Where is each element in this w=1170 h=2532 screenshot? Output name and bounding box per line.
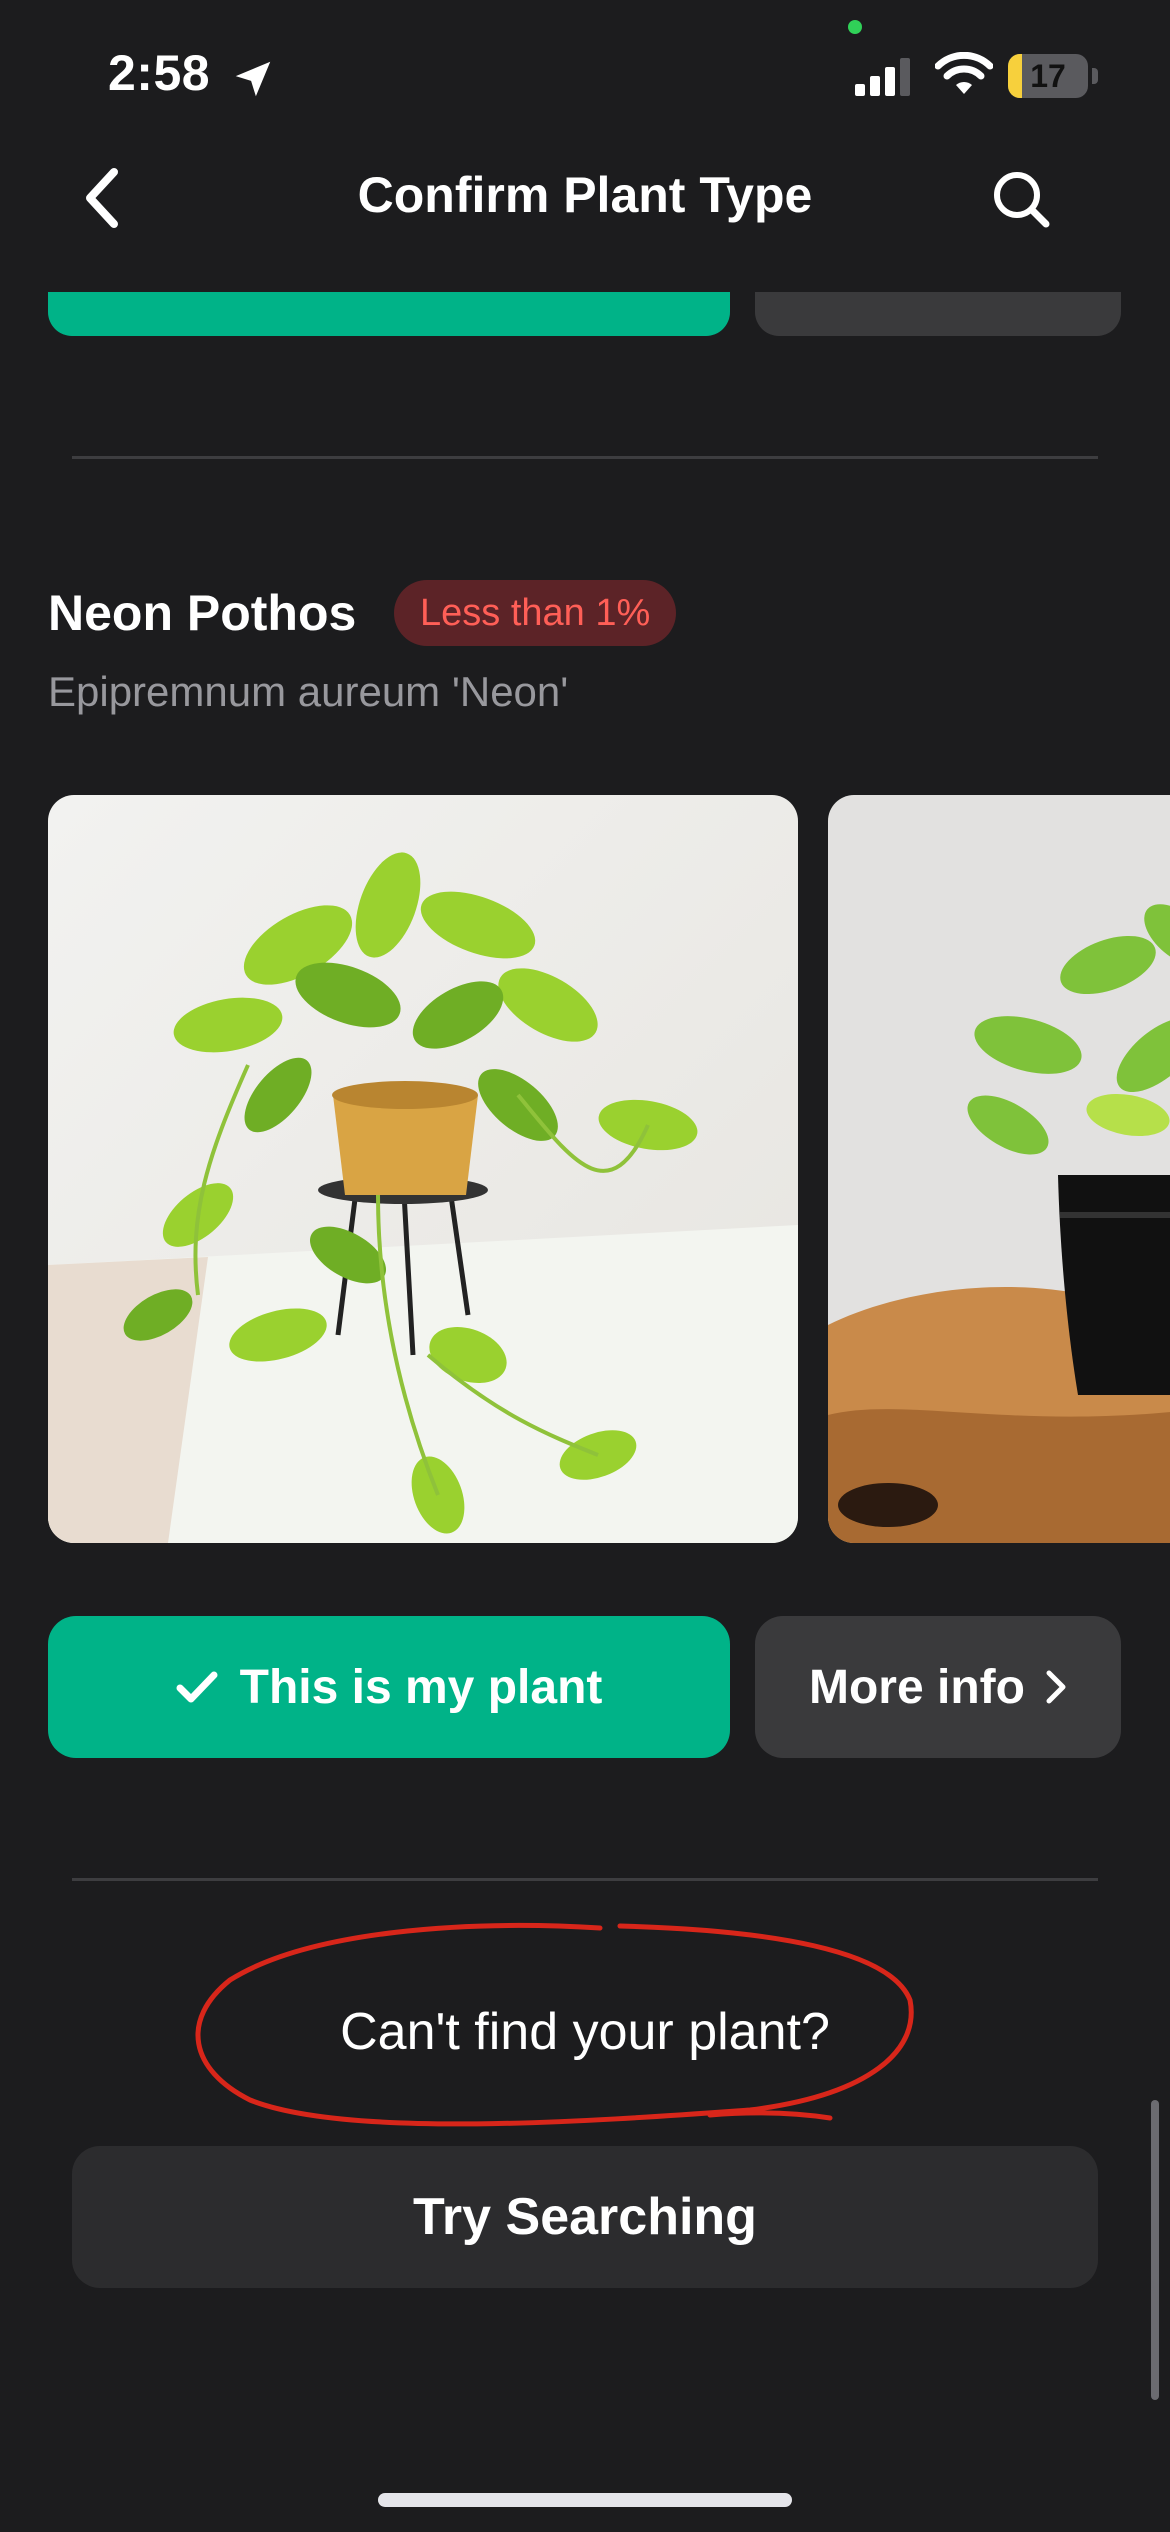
- more-info-button[interactable]: More info: [755, 1616, 1121, 1758]
- battery-level: 17: [1030, 58, 1066, 94]
- plant-photo-2[interactable]: [828, 795, 1170, 1543]
- section-divider: [72, 456, 1098, 459]
- location-arrow-icon: [235, 61, 271, 97]
- confirm-plant-label: This is my plant: [239, 1660, 603, 1714]
- battery-cap: [1092, 68, 1098, 84]
- confidence-badge: Less than 1%: [394, 580, 677, 646]
- confirm-plant-button[interactable]: This is my plant: [48, 1616, 730, 1758]
- plant-photo-1[interactable]: [48, 795, 798, 1543]
- try-searching-button[interactable]: Try Searching: [72, 2146, 1098, 2288]
- more-info-label: More info: [809, 1660, 1025, 1714]
- home-indicator[interactable]: [378, 2493, 792, 2507]
- try-searching-label: Try Searching: [413, 2188, 757, 2246]
- plant-scientific-name: Epipremnum aureum 'Neon': [48, 668, 569, 715]
- wifi-icon: [935, 52, 993, 94]
- checkmark-icon: [176, 1671, 218, 1703]
- section-divider: [72, 1878, 1098, 1881]
- red-annotation-circle: [195, 1923, 914, 2127]
- plant-common-name: Neon Pothos: [48, 585, 357, 641]
- privacy-indicator-dot: [848, 20, 862, 34]
- chevron-right-icon: [1046, 1670, 1066, 1704]
- scrollbar[interactable]: [1151, 2100, 1159, 2400]
- signal-icon: [855, 58, 910, 96]
- status-time: 2:58: [108, 45, 211, 101]
- search-icon[interactable]: [990, 168, 1052, 230]
- battery-icon: 17: [1008, 54, 1098, 98]
